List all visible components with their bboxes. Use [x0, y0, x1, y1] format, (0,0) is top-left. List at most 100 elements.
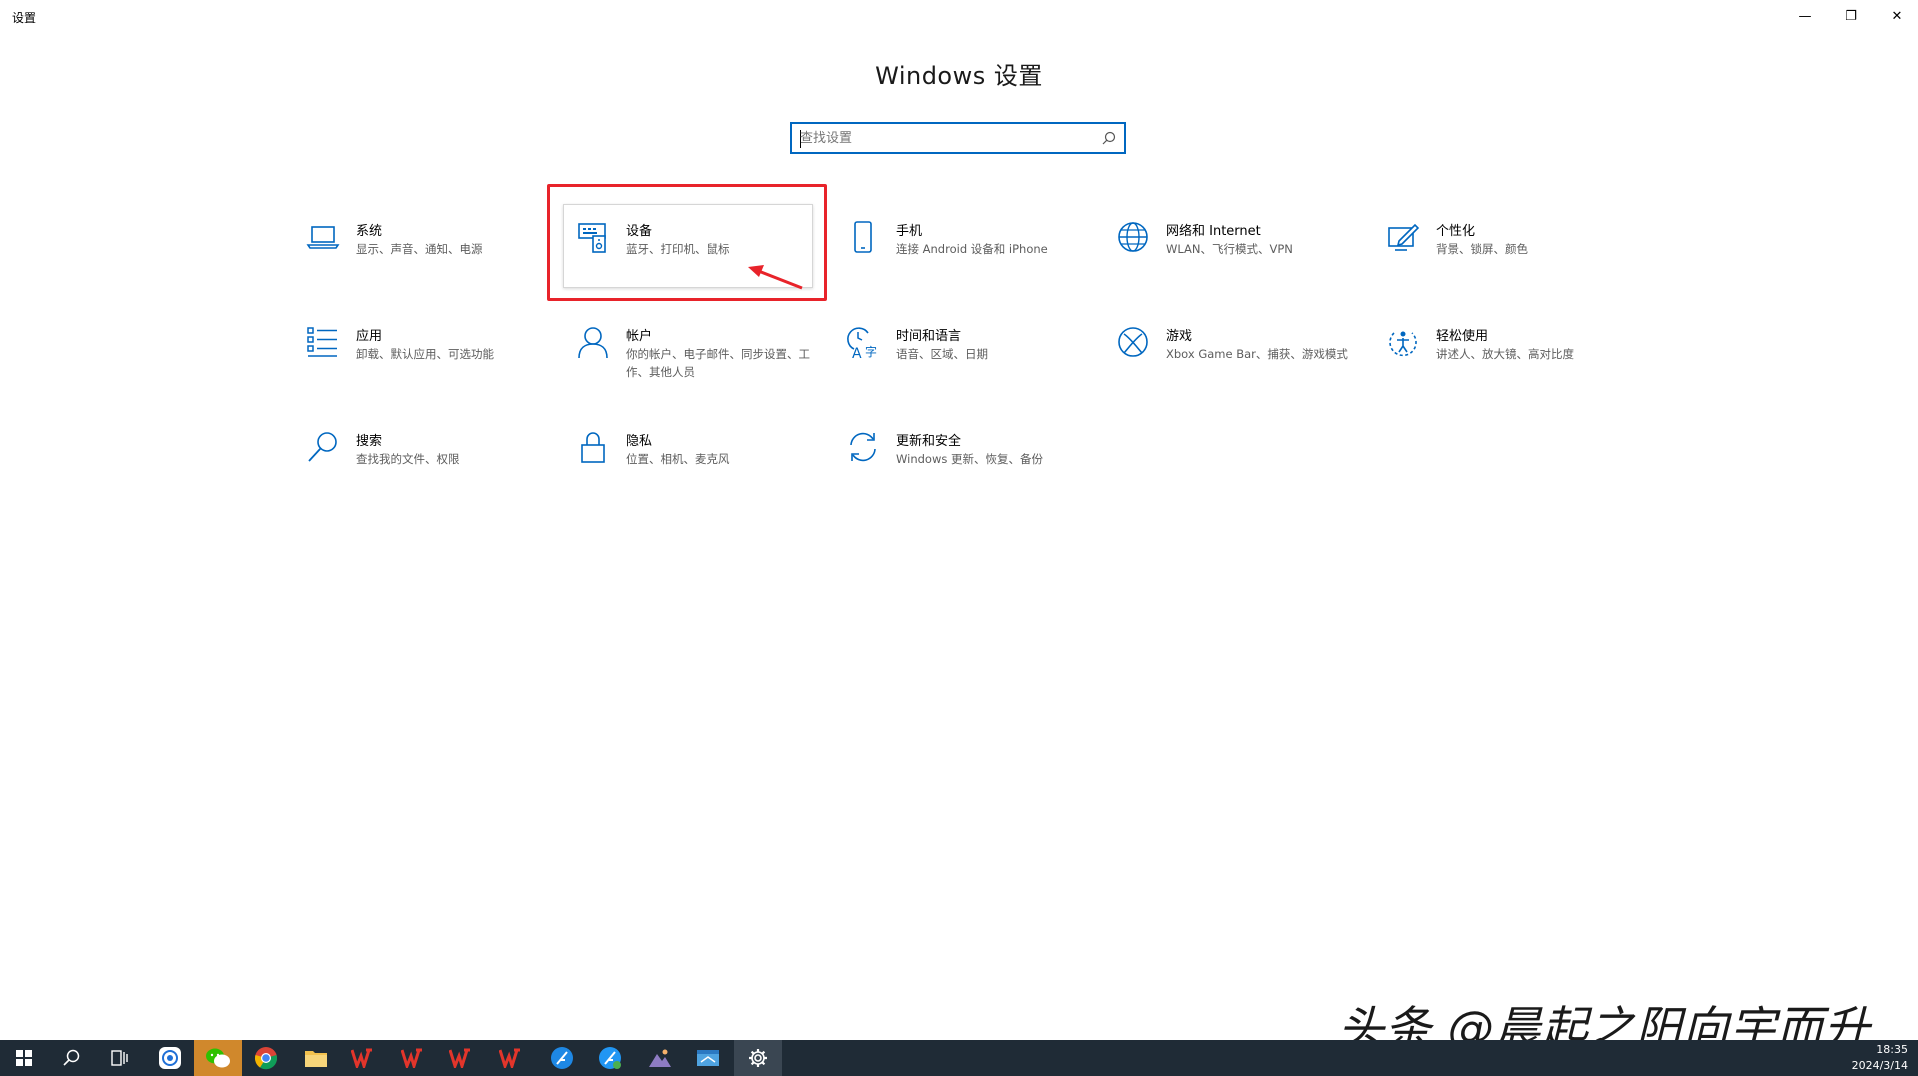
- tile-desc: 位置、相机、麦克风: [626, 452, 730, 466]
- clock-time: 18:35: [1876, 1043, 1908, 1056]
- tile-apps[interactable]: 应用 卸载、默认应用、可选功能: [306, 325, 556, 415]
- taskbar-search-button[interactable]: [48, 1040, 96, 1076]
- start-button[interactable]: [0, 1040, 48, 1076]
- taskbar-app-wps-2[interactable]: [390, 1040, 438, 1076]
- tile-desc: 背景、锁屏、颜色: [1436, 242, 1528, 256]
- tile-title: 网络和 Internet: [1166, 224, 1261, 239]
- wps-icon: [499, 1048, 520, 1068]
- tile-desc: 连接 Android 设备和 iPhone: [896, 242, 1048, 256]
- search-input[interactable]: [800, 128, 1090, 148]
- tile-personalization[interactable]: 个性化 背景、锁屏、颜色: [1386, 220, 1636, 310]
- tile-gaming[interactable]: 游戏 Xbox Game Bar、捕获、游戏模式: [1116, 325, 1366, 415]
- tile-system[interactable]: 系统 显示、声音、通知、电源: [306, 220, 556, 310]
- lock-icon: [576, 430, 610, 464]
- settings-window: 设置 — ❐ ✕ Windows 设置 系统 显示、声音、通知、电源 设备 蓝牙…: [0, 0, 1918, 1055]
- chrome-icon: [254, 1047, 278, 1070]
- wps-icon: [449, 1048, 470, 1068]
- xbox-icon: [1116, 325, 1150, 359]
- maximize-button[interactable]: ❐: [1828, 0, 1874, 32]
- search-icon: [63, 1049, 80, 1066]
- tile-title: 轻松使用: [1436, 329, 1489, 344]
- tile-desc: 蓝牙、打印机、鼠标: [626, 242, 730, 256]
- person-icon: [576, 325, 610, 359]
- tile-title: 个性化: [1436, 224, 1476, 239]
- taskbar: 18:35 2024/3/14: [0, 1040, 1918, 1076]
- tile-title: 搜索: [356, 434, 383, 449]
- taskbar-app-feishu-1[interactable]: [538, 1040, 586, 1076]
- clock-date: 2024/3/14: [1851, 1059, 1908, 1072]
- tile-title: 应用: [356, 329, 383, 344]
- page-title: Windows 设置: [875, 62, 1043, 90]
- close-button[interactable]: ✕: [1874, 0, 1918, 32]
- minimize-button[interactable]: —: [1782, 0, 1828, 32]
- wps-icon: [351, 1048, 372, 1068]
- tile-title: 时间和语言: [896, 329, 962, 344]
- phone-icon: [846, 220, 880, 254]
- tile-time-language[interactable]: A字 时间和语言 语音、区域、日期: [846, 325, 1096, 415]
- tile-network[interactable]: 网络和 Internet WLAN、飞行模式、VPN: [1116, 220, 1366, 310]
- search-box[interactable]: [790, 122, 1126, 154]
- tile-phone[interactable]: 手机 连接 Android 设备和 iPhone: [846, 220, 1096, 310]
- taskbar-clock[interactable]: 18:35 2024/3/14: [1852, 1042, 1908, 1074]
- personalization-icon: [1386, 220, 1420, 254]
- tile-ease-of-access[interactable]: 轻松使用 讲述人、放大镜、高对比度: [1386, 325, 1636, 415]
- tile-title: 帐户: [626, 329, 653, 344]
- taskbar-app-wps-4[interactable]: [488, 1040, 536, 1076]
- taskbar-app-chrome[interactable]: [242, 1040, 290, 1076]
- search-icon: [306, 430, 340, 464]
- tile-desc: 语音、区域、日期: [896, 347, 988, 361]
- tile-update-security[interactable]: 更新和安全 Windows 更新、恢复、备份: [846, 430, 1096, 520]
- wechat-icon: [206, 1048, 230, 1068]
- taskbar-app-file-explorer[interactable]: [292, 1040, 340, 1076]
- tile-title: 系统: [356, 224, 383, 239]
- tile-desc: Xbox Game Bar、捕获、游戏模式: [1166, 347, 1348, 361]
- taskbar-app-wps-1[interactable]: [340, 1040, 388, 1076]
- time-language-icon: A字: [846, 325, 880, 362]
- tile-desc: 查找我的文件、权限: [356, 452, 460, 466]
- mountain-app-icon: [649, 1049, 671, 1067]
- tile-desc: Windows 更新、恢复、备份: [896, 452, 1043, 466]
- qq-app-icon: [159, 1047, 181, 1069]
- annotation-arrow-icon: [748, 265, 803, 290]
- tile-search[interactable]: 搜索 查找我的文件、权限: [306, 430, 556, 520]
- svg-text:A: A: [852, 346, 862, 359]
- feather-app-icon: [551, 1047, 573, 1069]
- task-view-button[interactable]: [96, 1040, 144, 1076]
- tile-title: 隐私: [626, 434, 653, 449]
- taskbar-app-wechat[interactable]: [194, 1040, 242, 1076]
- devices-icon: [576, 220, 610, 254]
- apps-list-icon: [306, 325, 340, 359]
- taskbar-app-window[interactable]: [684, 1040, 732, 1076]
- taskbar-app-qq[interactable]: [146, 1040, 194, 1076]
- taskbar-app-wps-3[interactable]: [438, 1040, 486, 1076]
- tile-title: 设备: [626, 224, 653, 239]
- taskbar-app-settings[interactable]: [734, 1040, 782, 1076]
- taskbar-app-feishu-2[interactable]: [586, 1040, 634, 1076]
- title-bar[interactable]: 设置 — ❐ ✕: [0, 0, 1918, 32]
- tile-desc: 你的帐户、电子邮件、同步设置、工作、其他人员: [626, 347, 810, 379]
- folder-icon: [305, 1051, 327, 1067]
- tile-desc: 显示、声音、通知、电源: [356, 242, 483, 256]
- tile-title: 更新和安全: [896, 434, 962, 449]
- tile-desc: 讲述人、放大镜、高对比度: [1436, 347, 1574, 361]
- wps-icon: [401, 1048, 422, 1068]
- ease-of-access-icon: [1386, 325, 1420, 359]
- refresh-icon: [846, 430, 880, 464]
- tile-privacy[interactable]: 隐私 位置、相机、麦克风: [576, 430, 826, 520]
- app-title: 设置: [12, 11, 37, 25]
- tile-accounts[interactable]: 帐户 你的帐户、电子邮件、同步设置、工作、其他人员: [576, 325, 826, 415]
- search-icon[interactable]: [1102, 131, 1116, 145]
- tile-title: 手机: [896, 224, 923, 239]
- windows-logo-icon: [16, 1050, 32, 1066]
- laptop-icon: [306, 220, 340, 254]
- feather-app-icon: [599, 1047, 621, 1069]
- task-view-icon: [111, 1050, 128, 1066]
- tile-desc: 卸载、默认应用、可选功能: [356, 347, 494, 361]
- window-app-icon: [697, 1050, 719, 1066]
- taskbar-app-photos[interactable]: [636, 1040, 684, 1076]
- svg-text:字: 字: [865, 344, 877, 359]
- globe-icon: [1116, 220, 1150, 254]
- tile-desc: WLAN、飞行模式、VPN: [1166, 242, 1293, 256]
- gear-icon: [749, 1049, 767, 1067]
- tile-title: 游戏: [1166, 329, 1193, 344]
